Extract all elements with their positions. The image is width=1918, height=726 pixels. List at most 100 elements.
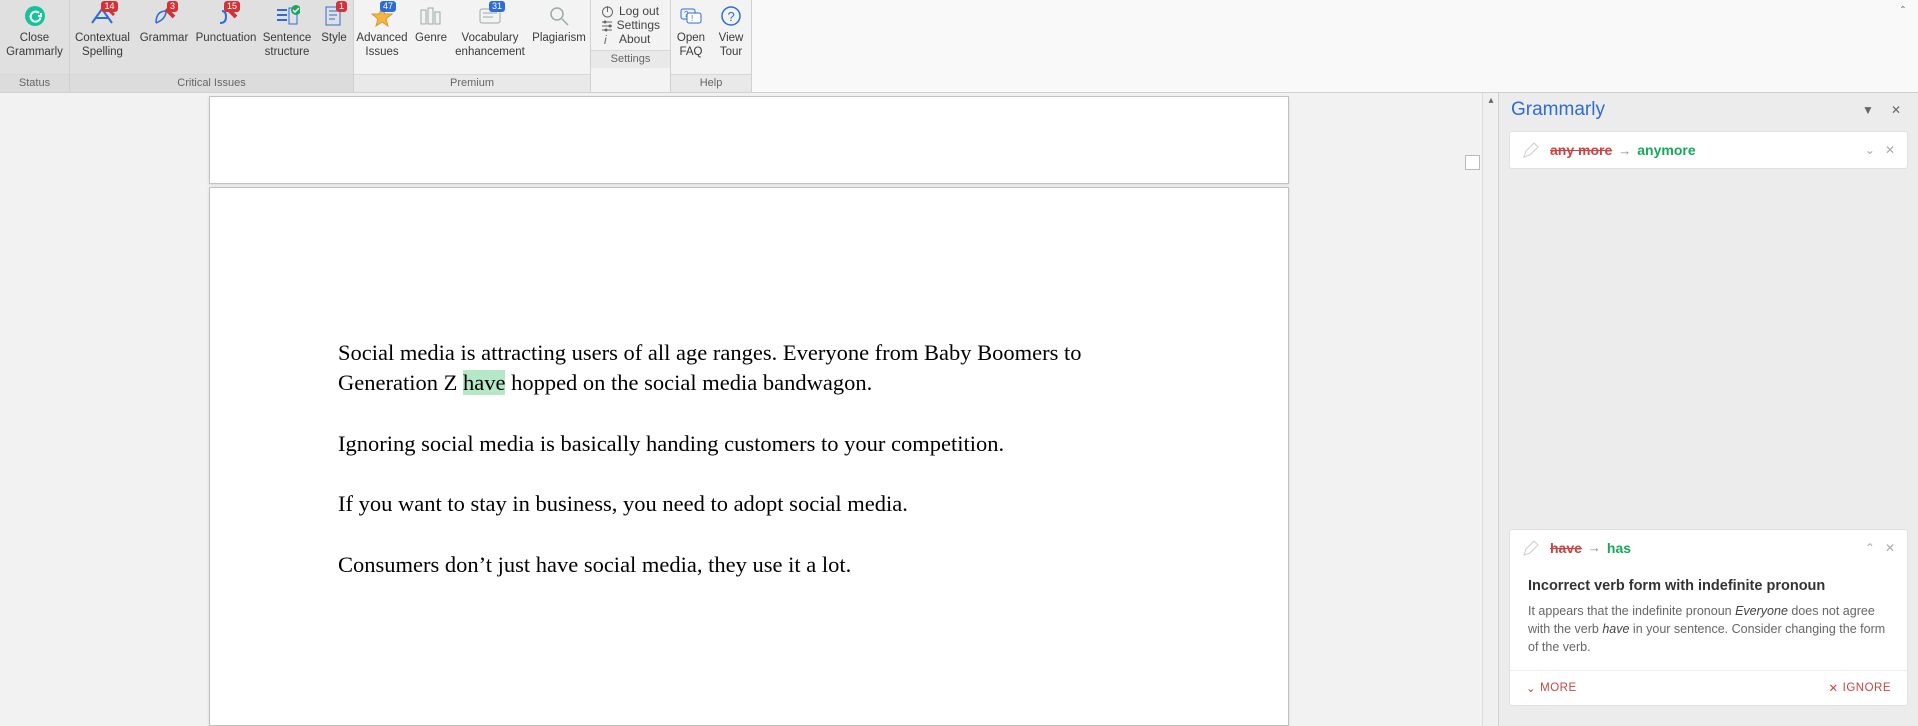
view-l2: Tour xyxy=(720,46,742,58)
genre-label: Genre xyxy=(415,31,447,45)
paragraph-1[interactable]: Social media is attracting users of all … xyxy=(338,338,1160,399)
close-label-2: Grammarly xyxy=(6,46,63,58)
style-badge: 1 xyxy=(336,1,347,12)
logout-button[interactable]: Log out xyxy=(601,4,660,18)
svg-text:i: i xyxy=(604,33,607,46)
adv-l1: Advanced xyxy=(356,32,407,44)
card2-from: have xyxy=(1550,540,1582,556)
contextual-badge: 14 xyxy=(101,1,117,12)
sliders-icon xyxy=(601,19,612,32)
advanced-issues-button[interactable]: 47 Advanced Issues xyxy=(354,0,410,74)
card-explanation: Incorrect verb form with indefinite pron… xyxy=(1510,566,1907,670)
panel-title: Grammarly xyxy=(1511,99,1850,121)
settings-label: Settings xyxy=(617,18,660,32)
grammar-label: Grammar xyxy=(140,31,189,45)
grammar-badge: 3 xyxy=(167,1,178,12)
panel-dropdown-button[interactable]: ▼ xyxy=(1858,100,1878,120)
highlighted-word-have[interactable]: have xyxy=(463,370,505,395)
paragraph-3[interactable]: If you want to stay in business, you nee… xyxy=(338,489,1160,519)
settings-button[interactable]: Settings xyxy=(601,18,660,32)
books-icon xyxy=(419,6,443,26)
paragraph-4[interactable]: Consumers don’t just have social media, … xyxy=(338,550,1160,580)
arrow-icon: → xyxy=(1588,540,1601,555)
chevron-down-icon: ⌄ xyxy=(1526,681,1536,695)
ignore-button[interactable]: ✕ IGNORE xyxy=(1828,681,1891,695)
pencil-icon xyxy=(1522,539,1540,557)
group-help: ?! OpenFAQ ? View Tour Help xyxy=(671,0,752,92)
sentence-structure-button[interactable]: Sentencestructure xyxy=(259,0,315,74)
sentence-structure-icon xyxy=(274,5,300,27)
card1-from: any more xyxy=(1550,142,1612,158)
paragraph-2[interactable]: Ignoring social media is basically handi… xyxy=(338,429,1160,459)
punctuation-button[interactable]: 15 Punctuation xyxy=(193,0,259,74)
close-icon: ✕ xyxy=(1828,681,1838,695)
plagiarism-button[interactable]: Plagiarism xyxy=(528,0,590,74)
prev-page-fragment xyxy=(209,96,1289,184)
contextual-l1: Contextual xyxy=(75,32,130,44)
group-label-help: Help xyxy=(671,74,751,92)
adv-l2: Issues xyxy=(365,46,398,58)
svg-text:!: ! xyxy=(691,14,693,23)
card-expand-button[interactable]: ⌄ xyxy=(1865,143,1875,157)
more-button[interactable]: ⌄ MORE xyxy=(1526,681,1577,695)
p1b: hopped on the social media bandwagon. xyxy=(505,370,872,395)
group-settings: Log out Settings i About Settings xyxy=(591,0,671,92)
group-label-status: Status xyxy=(0,74,69,92)
about-button[interactable]: i About xyxy=(601,32,660,46)
vertical-scrollbar[interactable]: ▴ xyxy=(1482,93,1498,726)
card-collapse-button[interactable]: ⌃ xyxy=(1865,541,1875,555)
group-label-settings: Settings xyxy=(591,50,670,68)
faq-icon: ?! xyxy=(679,5,703,27)
info-icon: i xyxy=(601,33,614,46)
logout-label: Log out xyxy=(619,4,659,18)
genre-button[interactable]: Genre xyxy=(410,0,452,74)
card-dismiss-button[interactable]: ✕ xyxy=(1885,541,1895,555)
more-label: MORE xyxy=(1540,682,1577,694)
vocab-badge: 31 xyxy=(489,1,505,12)
document-area: ▴ Social media is attracting users of al… xyxy=(0,93,1498,726)
plagiarism-label: Plagiarism xyxy=(532,31,586,45)
ribbon-toolbar: CloseGrammarly Status 14 Contextual Spell… xyxy=(0,0,1918,93)
advanced-badge: 47 xyxy=(380,1,396,12)
open-l1: Open xyxy=(677,32,705,44)
card-heading: Incorrect verb form with indefinite pron… xyxy=(1528,578,1889,594)
doc-checkbox[interactable] xyxy=(1465,155,1480,170)
grammar-button[interactable]: 3 Grammar xyxy=(135,0,193,74)
vocabulary-enhancement-button[interactable]: 31 Vocabularyenhancement xyxy=(452,0,528,74)
open-faq-button[interactable]: ?! OpenFAQ xyxy=(671,0,711,74)
group-status: CloseGrammarly Status xyxy=(0,0,70,92)
group-label-critical: Critical Issues xyxy=(70,74,353,92)
contextual-l2: Spelling xyxy=(82,46,123,58)
panel-close-button[interactable]: ✕ xyxy=(1886,100,1906,120)
sentence-l2: structure xyxy=(265,46,310,58)
style-button[interactable]: 1 Style xyxy=(315,0,353,74)
pencil-icon xyxy=(1522,141,1540,159)
punctuation-badge: 15 xyxy=(224,1,240,12)
arrow-icon: → xyxy=(1618,143,1631,158)
group-label-premium: Premium xyxy=(354,74,590,92)
contextual-spelling-button[interactable]: 14 Contextual Spelling xyxy=(70,0,135,74)
view-tour-button[interactable]: ? View Tour xyxy=(711,0,751,74)
style-label: Style xyxy=(321,31,347,45)
card2-to[interactable]: has xyxy=(1607,540,1631,556)
about-label: About xyxy=(619,32,650,46)
card-dismiss-button[interactable]: ✕ xyxy=(1885,143,1895,157)
view-l1: View xyxy=(719,32,744,44)
card1-to[interactable]: anymore xyxy=(1637,142,1695,158)
grammarly-logo-icon xyxy=(24,5,46,27)
suggestion-card-anymore[interactable]: any more → anymore ⌄ ✕ xyxy=(1509,131,1908,169)
close-grammarly-button[interactable]: CloseGrammarly xyxy=(0,0,69,74)
svg-text:?: ? xyxy=(728,9,735,24)
power-icon xyxy=(601,5,614,18)
document-page[interactable]: Social media is attracting users of all … xyxy=(209,187,1289,726)
panel-header: Grammarly ▼ ✕ xyxy=(1499,93,1918,127)
ignore-label: IGNORE xyxy=(1843,682,1891,694)
collapse-ribbon-button[interactable]: ˆ xyxy=(1888,0,1918,92)
help-icon: ? xyxy=(720,5,742,27)
vocab-l2: enhancement xyxy=(455,46,525,58)
workspace: ▴ Social media is attracting users of al… xyxy=(0,93,1918,726)
scroll-up-icon[interactable]: ▴ xyxy=(1483,93,1498,109)
group-critical-issues: 14 Contextual Spelling 3 Grammar 15 Punct… xyxy=(70,0,354,92)
card-text: It appears that the indefinite pronoun E… xyxy=(1528,602,1889,656)
suggestion-card-have[interactable]: have → has ⌃ ✕ Incorrect verb form with … xyxy=(1509,529,1908,706)
